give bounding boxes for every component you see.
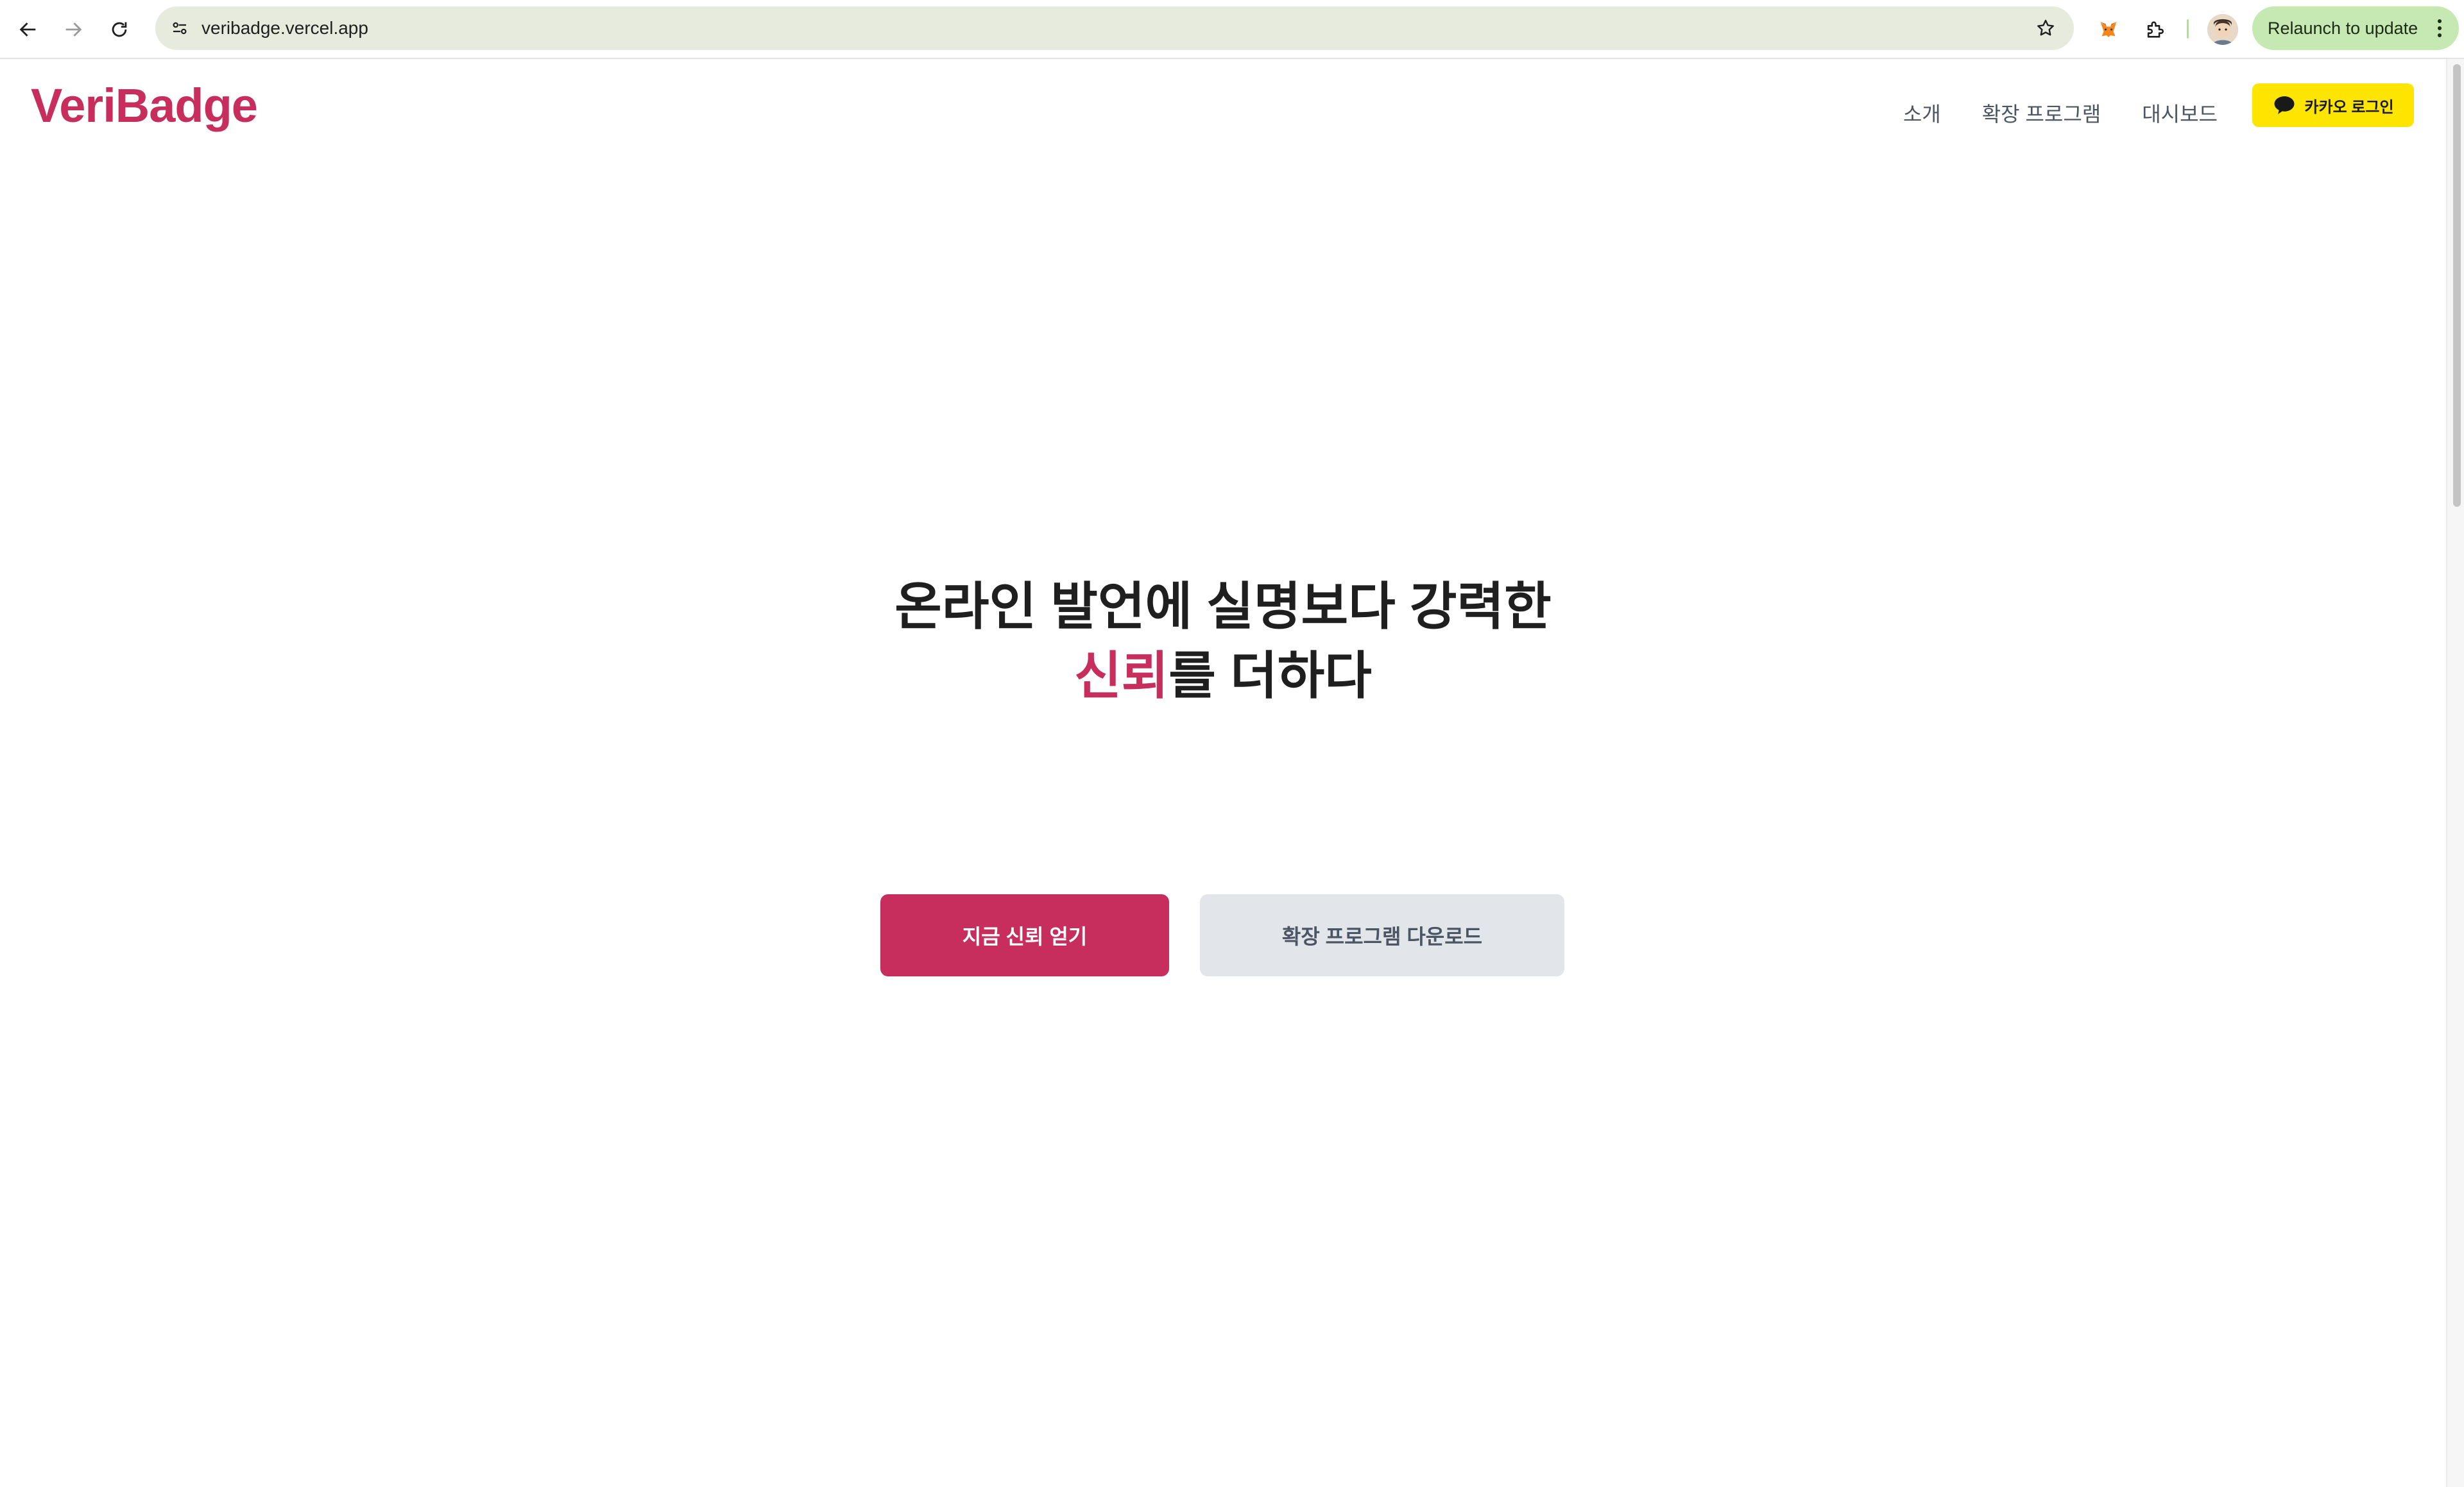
metamask-extension-icon[interactable] (2091, 12, 2126, 47)
address-bar[interactable]: veribadge.vercel.app (155, 6, 2074, 50)
relaunch-label: Relaunch to update (2268, 18, 2418, 38)
get-trust-button[interactable]: 지금 신뢰 얻기 (880, 894, 1169, 976)
kakao-login-label: 카카오 로그인 (2304, 98, 2394, 116)
hero-line-1: 온라인 발언에 실명보다 강력한 (894, 578, 1552, 635)
bookmark-star-icon[interactable] (2032, 14, 2060, 42)
nav-extension-link[interactable]: 확장 프로그램 (1982, 98, 2101, 128)
back-button[interactable] (10, 12, 46, 47)
profile-avatar[interactable] (2207, 14, 2238, 45)
relaunch-button[interactable]: Relaunch to update (2252, 6, 2459, 50)
page-scrollbar[interactable] (2446, 59, 2464, 1487)
browser-toolbar: veribadge.vercel.app Relaunch to update (0, 0, 2464, 59)
page-content: VeriBadge 소개 확장 프로그램 대시보드 카카오 로그인 온라인 발언… (0, 59, 2446, 1487)
download-extension-button[interactable]: 확장 프로그램 다운로드 (1200, 894, 1564, 976)
forward-button[interactable] (55, 12, 91, 47)
kakao-login-button[interactable]: 카카오 로그인 (2252, 83, 2414, 127)
hero-line-2-rest: 를 더하다 (1168, 647, 1372, 704)
url-text[interactable]: veribadge.vercel.app (201, 6, 368, 50)
nav-about-link[interactable]: 소개 (1903, 98, 1941, 128)
hero-accent-word: 신뢰 (1074, 647, 1169, 704)
arrow-left-icon (19, 22, 36, 37)
scrollbar-thumb[interactable] (2453, 64, 2461, 507)
site-logo[interactable]: VeriBadge (31, 78, 258, 133)
hero-line-2: 신뢰를 더하다 (0, 642, 2446, 711)
more-menu-icon[interactable] (2432, 15, 2447, 41)
reload-icon (112, 22, 127, 37)
top-navigation: 소개 확장 프로그램 대시보드 (1903, 90, 2218, 136)
hero-headline: 온라인 발언에 실명보다 강력한 신뢰를 더하다 (0, 572, 2446, 711)
reload-button[interactable] (101, 12, 137, 47)
site-settings-icon[interactable] (164, 13, 195, 44)
extensions-puzzle-icon[interactable] (2137, 12, 2173, 47)
arrow-right-icon (65, 22, 82, 37)
toolbar-divider (2187, 19, 2189, 38)
nav-dashboard-link[interactable]: 대시보드 (2142, 98, 2218, 128)
chat-bubble-icon (2274, 96, 2295, 114)
